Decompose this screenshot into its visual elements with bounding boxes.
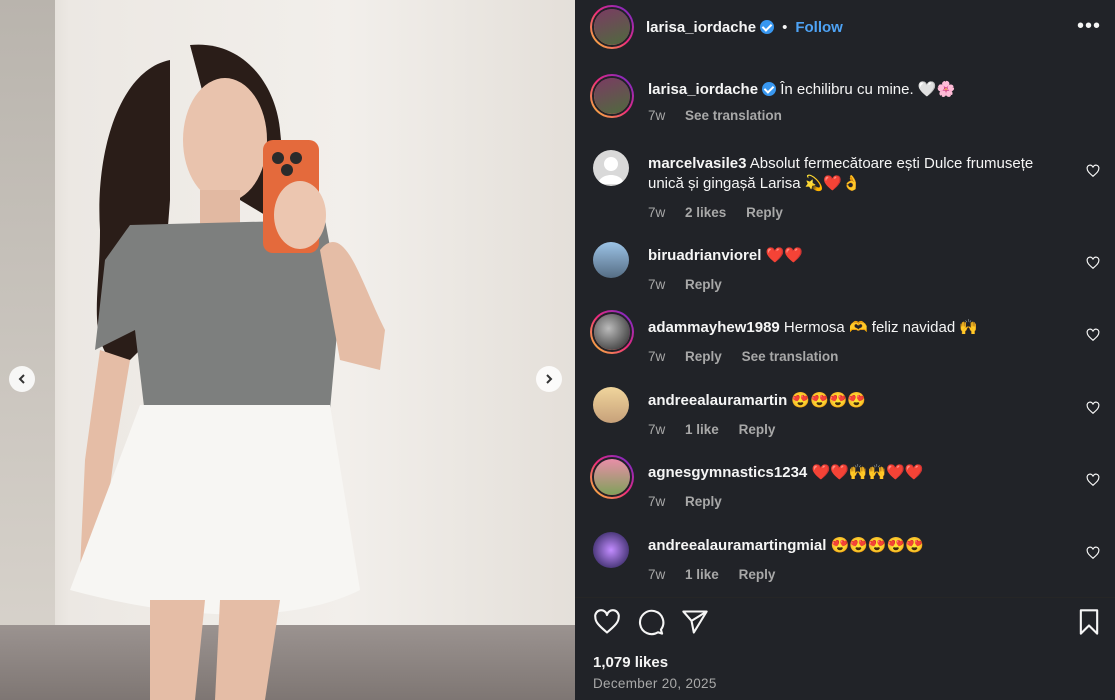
comment-meta: 7w 1 like Reply — [648, 565, 1060, 585]
comment-time: 7w — [648, 567, 666, 582]
comment-meta: 7w Reply — [648, 275, 1060, 295]
comment-avatar-ring[interactable] — [590, 455, 634, 499]
comment-meta: 7w Reply — [648, 492, 1060, 512]
comment-username[interactable]: biruadrianviorel — [648, 247, 761, 264]
comment-text: ❤️❤️ — [765, 247, 803, 264]
comment-likes[interactable]: 1 like — [685, 422, 719, 437]
carousel-prev-button[interactable] — [9, 366, 35, 392]
comment-meta: 7w 2 likes Reply — [648, 203, 1060, 223]
comment-time: 7w — [648, 349, 666, 364]
comment-avatar — [594, 459, 630, 495]
comment-username[interactable]: agnesgymnastics1234 — [648, 464, 807, 481]
caption-username[interactable]: larisa_iordache — [648, 81, 758, 98]
comment-likes[interactable]: 2 likes — [685, 205, 726, 220]
comment-body: agnesgymnastics1234 ❤️❤️🙌🙌❤️❤️ 7w Reply — [648, 463, 1060, 512]
comment-username[interactable]: andreealauramartingmial — [648, 537, 826, 554]
caption-body: larisa_iordache În echilibru cu mine. 🤍🌸… — [648, 80, 1060, 126]
caption-text: În echilibru cu mine. 🤍🌸 — [780, 81, 956, 98]
reply-button[interactable]: Reply — [739, 567, 776, 582]
comment-likes[interactable]: 1 like — [685, 567, 719, 582]
comment-time: 7w — [648, 422, 666, 437]
reply-button[interactable]: Reply — [685, 494, 722, 509]
see-translation-link[interactable]: See translation — [685, 108, 782, 123]
author-avatar-ring[interactable] — [590, 5, 634, 49]
separator-dot: • — [782, 18, 788, 36]
comment-avatar[interactable] — [593, 150, 629, 186]
verified-badge-icon — [760, 20, 775, 34]
likes-count[interactable]: 1,079 likes — [593, 654, 668, 671]
heart-icon[interactable] — [593, 608, 621, 636]
comment-text: ❤️❤️🙌🙌❤️❤️ — [811, 464, 924, 481]
comment-meta: 7w Reply See translation — [648, 347, 1060, 367]
instagram-post: larisa_iordache • Follow ••• larisa_iord… — [0, 0, 1115, 700]
comment-username[interactable]: andreealauramartin — [648, 392, 787, 409]
caption-meta: 7w See translation — [648, 106, 1060, 126]
verified-badge-icon — [762, 82, 777, 96]
default-user-icon — [598, 157, 624, 184]
caption-avatar — [594, 78, 630, 114]
comment-avatar[interactable] — [593, 532, 629, 568]
comment-like-heart-icon[interactable] — [1086, 164, 1100, 178]
reply-button[interactable]: Reply — [685, 349, 722, 364]
post-photo[interactable] — [0, 0, 575, 700]
comment-body: andreealauramartin 😍😍😍😍 7w 1 like Reply — [648, 391, 1060, 440]
comment-meta: 7w 1 like Reply — [648, 420, 1060, 440]
comment-like-heart-icon[interactable] — [1086, 546, 1100, 560]
comment-avatar-ring[interactable] — [590, 310, 634, 354]
action-bar — [593, 608, 1103, 638]
comment-avatar[interactable] — [593, 387, 629, 423]
more-options-button[interactable]: ••• — [1077, 16, 1101, 36]
comment-like-heart-icon[interactable] — [1086, 401, 1100, 415]
author-avatar — [594, 9, 630, 45]
post-sidebar: larisa_iordache • Follow ••• larisa_iord… — [575, 0, 1115, 700]
photo-subject — [70, 44, 385, 700]
comment-icon[interactable] — [637, 608, 665, 636]
comment-username[interactable]: adammayhew1989 — [648, 319, 780, 336]
section-divider — [575, 597, 1115, 598]
comment-text: Hermosa 🫶 feliz navidad 🙌 — [783, 319, 979, 336]
comment-avatar[interactable] — [593, 242, 629, 278]
bookmark-icon[interactable] — [1075, 608, 1103, 636]
post-header: larisa_iordache • Follow ••• — [575, 0, 1115, 54]
comment-time: 7w — [648, 494, 666, 509]
carousel-next-button[interactable] — [536, 366, 562, 392]
reply-button[interactable]: Reply — [685, 277, 722, 292]
comment-like-heart-icon[interactable] — [1086, 256, 1100, 270]
comment-text: 😍😍😍😍😍 — [830, 537, 924, 554]
reply-button[interactable]: Reply — [746, 205, 783, 220]
see-translation-link[interactable]: See translation — [742, 349, 839, 364]
comment-avatar — [594, 314, 630, 350]
follow-button[interactable]: Follow — [795, 19, 843, 36]
comment-body: adammayhew1989 Hermosa 🫶 feliz navidad 🙌… — [648, 318, 1060, 367]
comment-body: biruadrianviorel ❤️❤️ 7w Reply — [648, 246, 1060, 295]
comment-text: 😍😍😍😍 — [791, 392, 867, 409]
comment-time: 7w — [648, 205, 666, 220]
comment-body: marcelvasile3 Absolut fermecătoare ești … — [648, 154, 1060, 223]
comment-like-heart-icon[interactable] — [1086, 328, 1100, 342]
share-icon[interactable] — [681, 608, 709, 636]
comment-time: 7w — [648, 277, 666, 292]
author-username[interactable]: larisa_iordache — [646, 19, 756, 36]
chevron-left-icon — [18, 374, 25, 384]
reply-button[interactable]: Reply — [739, 422, 776, 437]
comment-like-heart-icon[interactable] — [1086, 473, 1100, 487]
caption-item: larisa_iordache În echilibru cu mine. 🤍🌸… — [590, 74, 1100, 134]
caption-avatar-ring[interactable] — [590, 74, 634, 118]
comment-body: andreealauramartingmial 😍😍😍😍😍 7w 1 like … — [648, 536, 1060, 585]
caption-time: 7w — [648, 108, 666, 123]
comment-username[interactable]: marcelvasile3 — [648, 155, 746, 172]
chevron-right-icon — [546, 374, 553, 384]
post-date: December 20, 2025 — [593, 676, 717, 691]
